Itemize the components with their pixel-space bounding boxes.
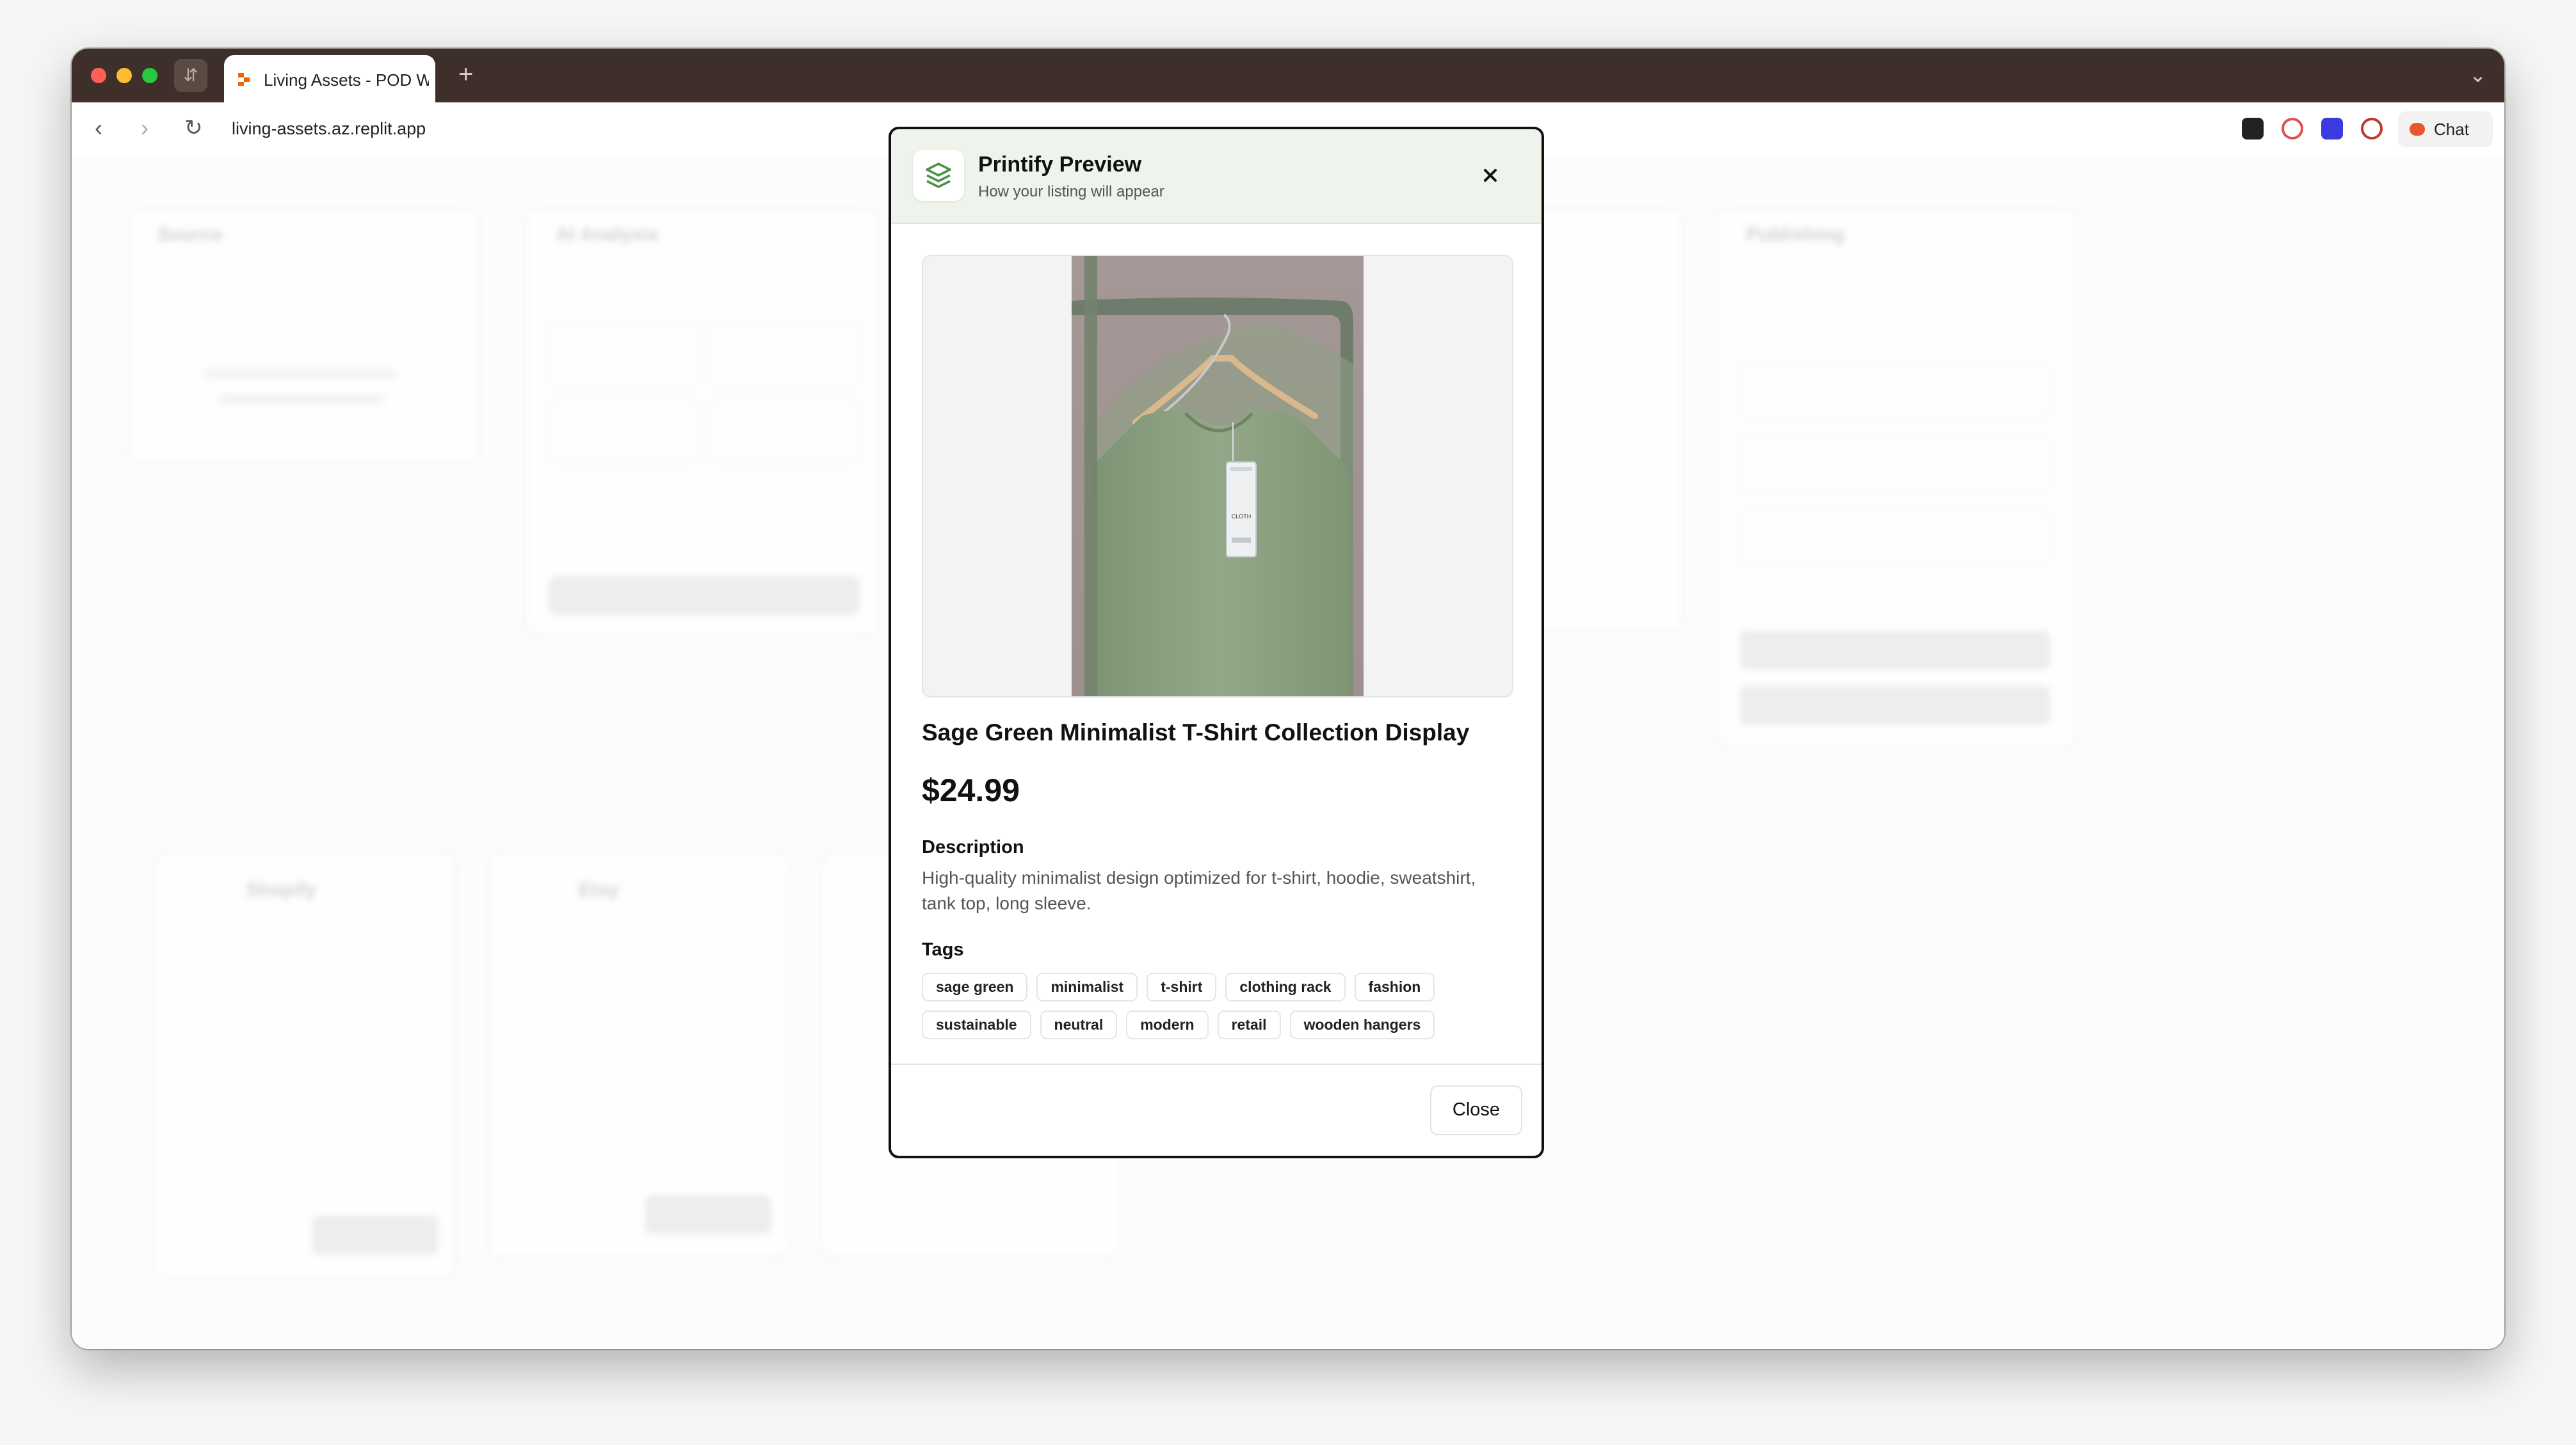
- chevron-down-icon[interactable]: ⌄: [2469, 63, 2486, 87]
- product-title: Sage Green Minimalist T-Shirt Collection…: [922, 719, 1470, 746]
- address-bar[interactable]: living-assets.az.replit.app: [232, 119, 426, 139]
- replit-favicon-icon: [238, 73, 250, 86]
- tab-title: Living Assets - POD W: [264, 70, 429, 90]
- close-icon[interactable]: [1477, 163, 1503, 188]
- chat-button-label: Chat: [2434, 120, 2469, 139]
- tag-chip: wooden hangers: [1289, 1010, 1435, 1039]
- chat-bubble-icon: [2410, 123, 2425, 136]
- close-button[interactable]: Close: [1430, 1085, 1522, 1135]
- description-label: Description: [922, 837, 1024, 858]
- reload-icon[interactable]: ↻: [184, 115, 203, 141]
- extension-icon[interactable]: [2242, 118, 2264, 140]
- tag-chip: minimalist: [1036, 973, 1138, 1002]
- product-tag-text: CLOTH: [1232, 513, 1252, 520]
- tag-chip: neutral: [1040, 1010, 1118, 1039]
- tag-chip: t-shirt: [1147, 973, 1217, 1002]
- tag-chip: sustainable: [922, 1010, 1031, 1039]
- extension-icon[interactable]: [2321, 118, 2343, 140]
- extension-icon[interactable]: [2282, 118, 2303, 140]
- product-photo: CLOTH: [1072, 256, 1364, 696]
- layers-icon: [913, 150, 964, 201]
- sidebar-toggle-icon[interactable]: ⇵: [174, 59, 207, 92]
- modal-title: Printify Preview: [978, 152, 1142, 177]
- modal-footer-divider: [891, 1064, 1542, 1065]
- tags-label: Tags: [922, 939, 964, 960]
- new-tab-button[interactable]: +: [458, 60, 473, 88]
- product-description: High-quality minimalist design optimized…: [922, 868, 1476, 913]
- printify-preview-modal: Printify Preview How your listing will a…: [889, 127, 1544, 1158]
- forward-arrow-icon[interactable]: ›: [141, 115, 149, 141]
- browser-tab[interactable]: Living Assets - POD W: [224, 55, 435, 102]
- modal-subtitle: How your listing will appear: [978, 183, 1164, 200]
- play-extension-icon[interactable]: [2361, 118, 2383, 140]
- browser-titlebar: ⇵ Living Assets - POD W + ⌄: [72, 49, 2504, 102]
- tag-chip: sage green: [922, 973, 1028, 1002]
- maximize-window-button[interactable]: [142, 68, 157, 83]
- tag-chip: modern: [1126, 1010, 1209, 1039]
- tag-chip: retail: [1217, 1010, 1281, 1039]
- tag-chip: fashion: [1354, 973, 1435, 1002]
- minimize-window-button[interactable]: [117, 68, 132, 83]
- modal-header: Printify Preview How your listing will a…: [891, 129, 1542, 224]
- tag-chip: clothing rack: [1225, 973, 1346, 1002]
- chat-button[interactable]: Chat: [2398, 111, 2493, 147]
- tag-list: sage green minimalist t-shirt clothing r…: [922, 973, 1498, 1039]
- product-image-frame: CLOTH: [922, 255, 1513, 698]
- close-window-button[interactable]: [91, 68, 106, 83]
- product-price: $24.99: [922, 772, 1020, 808]
- back-arrow-icon[interactable]: ‹: [95, 115, 102, 141]
